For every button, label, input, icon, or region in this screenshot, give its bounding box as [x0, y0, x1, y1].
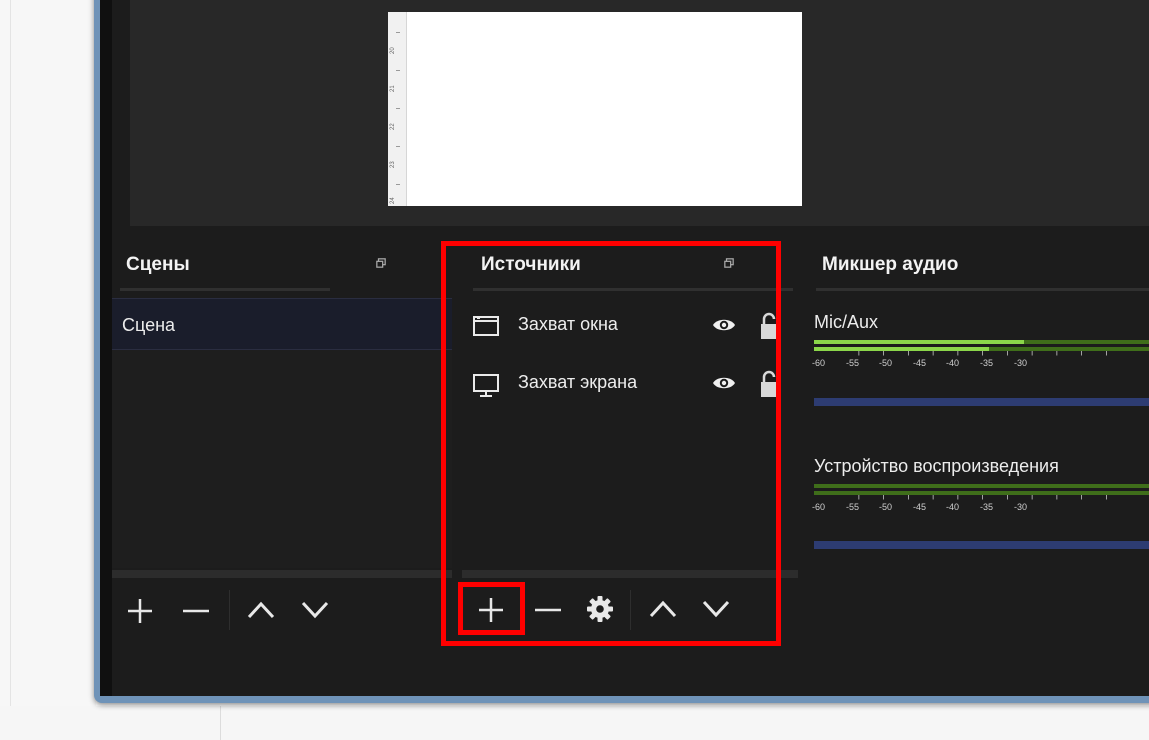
- scale-label: -40: [946, 502, 960, 512]
- desktop-meter-scale: -60 -55 -50 -45 -40 -35 -30: [812, 502, 1149, 516]
- scale-label: -30: [1014, 358, 1028, 368]
- ruler-tick: [396, 108, 400, 109]
- scenes-title: Сцены: [126, 254, 190, 275]
- scale-label: -60: [812, 502, 826, 512]
- add-scene-button[interactable]: [124, 595, 156, 627]
- page-background-line: [10, 0, 11, 706]
- scenes-title-underline: [120, 288, 330, 291]
- scale-label: -45: [913, 502, 927, 512]
- scale-label: -35: [980, 502, 994, 512]
- page-background: [0, 0, 96, 706]
- ruler-number: 23: [390, 161, 396, 168]
- scale-label: -40: [946, 358, 960, 368]
- ruler-number: 20: [390, 47, 396, 54]
- scale-label: -60: [812, 358, 826, 368]
- ruler-number: 24: [390, 197, 396, 204]
- scale-label: -45: [913, 358, 927, 368]
- page-divider: [220, 706, 221, 740]
- scene-down-button[interactable]: [300, 598, 330, 622]
- toolbar-divider: [229, 590, 230, 630]
- preview-ruler: 20 21 22 23 24: [388, 12, 407, 206]
- mixer-channel-name: Mic/Aux: [814, 312, 879, 332]
- ruler-number: 22: [390, 123, 396, 130]
- mixer-channel-name: Устройство воспроизведения: [814, 456, 1059, 476]
- mixer-title-underline: [816, 288, 1149, 291]
- scale-label: -30: [1014, 502, 1028, 512]
- remove-scene-button[interactable]: [180, 595, 212, 627]
- ruler-tick: [396, 184, 400, 185]
- scene-item[interactable]: Сцена: [112, 298, 452, 350]
- ruler-tick: [396, 32, 400, 33]
- scale-label: -55: [846, 502, 860, 512]
- ruler-tick: [396, 70, 400, 71]
- mic-meter-scale: -60 -55 -50 -45 -40 -35 -30: [812, 358, 1149, 372]
- ruler-tick: [396, 146, 400, 147]
- scenes-float-icon[interactable]: [376, 258, 386, 268]
- scale-label: -50: [879, 358, 893, 368]
- desktop-meter-ticks: [858, 495, 1107, 500]
- scene-up-button[interactable]: [246, 598, 276, 622]
- mic-meter-level-top: [814, 340, 1024, 344]
- desktop-meter-track-top: [814, 484, 1149, 488]
- preview-document: [388, 12, 802, 206]
- page-background-bottom: [0, 706, 1149, 740]
- mixer-title: Микшер аудио: [822, 254, 959, 275]
- scale-label: -55: [846, 358, 860, 368]
- add-source-highlight: [458, 582, 525, 635]
- scale-label: -50: [879, 502, 893, 512]
- scenes-footer-separator: [112, 570, 452, 578]
- desktop-volume-slider[interactable]: [814, 541, 1149, 549]
- ruler-number: 21: [390, 85, 396, 92]
- mic-volume-slider[interactable]: [814, 398, 1149, 406]
- mic-meter-ticks: [858, 351, 1107, 356]
- scale-label: -35: [980, 358, 994, 368]
